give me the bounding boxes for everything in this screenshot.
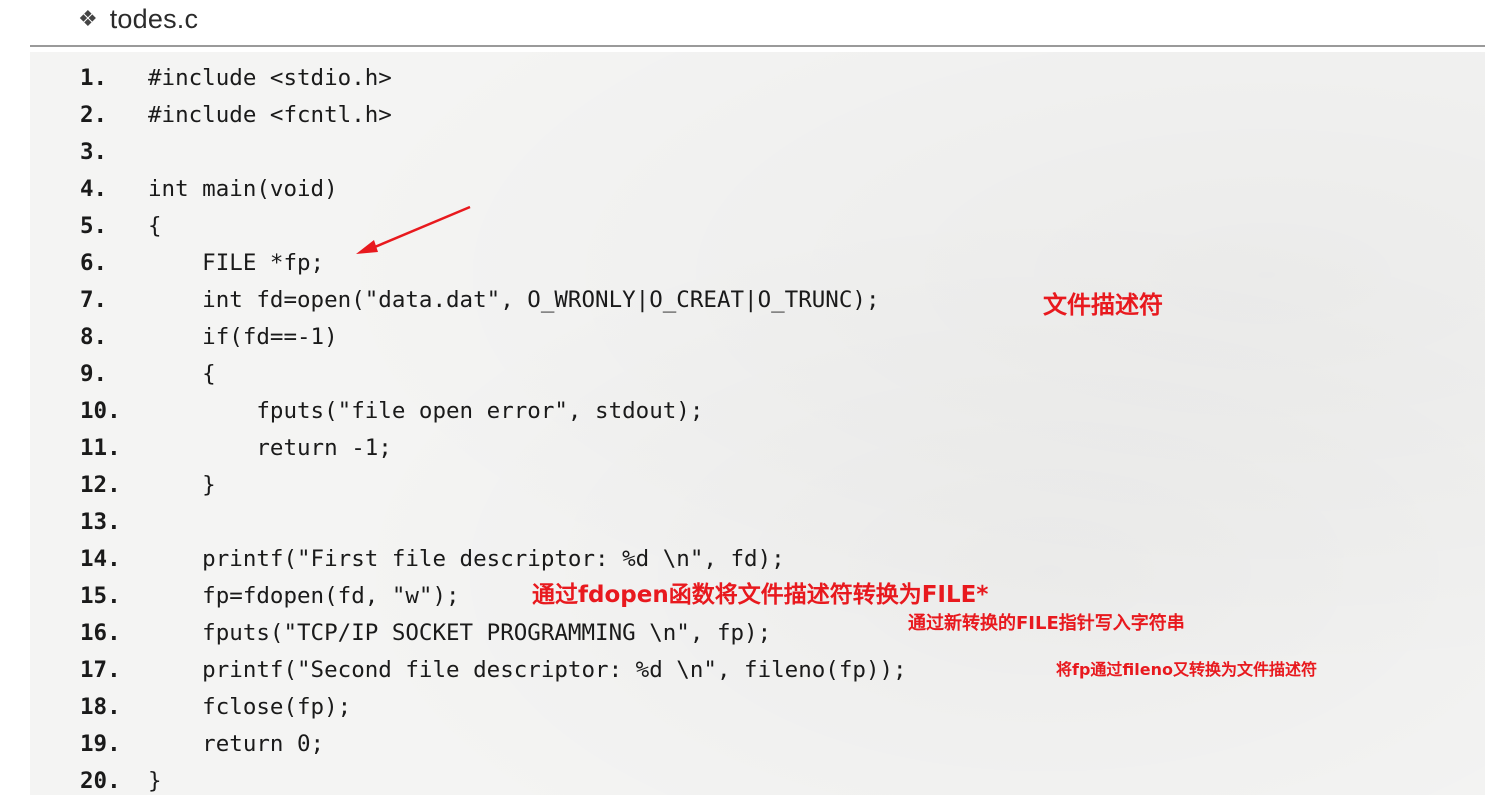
line-code: fp=fdopen(fd, "w"); — [148, 583, 460, 609]
line-number: 8. — [80, 324, 108, 350]
line-number: 18. — [80, 694, 121, 720]
code-listing-panel: 1. #include <stdio.h> 2. #include <fcntl… — [30, 52, 1485, 795]
line-number: 6. — [80, 250, 108, 276]
file-title-header: ❖ todes.c — [78, 0, 198, 38]
line-code: if(fd==-1) — [148, 324, 338, 350]
line-number: 15. — [80, 583, 121, 609]
line-code: { — [148, 361, 216, 387]
line-code: return 0; — [148, 731, 325, 757]
diamond-bullet-icon: ❖ — [78, 6, 98, 32]
title-divider — [30, 45, 1485, 47]
line-number: 12. — [80, 472, 121, 498]
line-code: fclose(fp); — [148, 694, 352, 720]
line-number: 11. — [80, 435, 121, 461]
line-number: 19. — [80, 731, 121, 757]
line-number: 5. — [80, 213, 108, 239]
line-number: 13. — [80, 509, 121, 535]
annotation-write-string: 通过新转换的FILE指针写入字符串 — [908, 613, 1185, 634]
line-code: FILE *fp; — [148, 250, 325, 276]
line-code: printf("Second file descriptor: %d \n", … — [148, 657, 907, 683]
line-code: } — [148, 768, 162, 794]
file-title: todes.c — [109, 3, 199, 34]
line-number: 3. — [80, 139, 108, 165]
line-number: 16. — [80, 620, 121, 646]
line-code: int main(void) — [148, 176, 338, 202]
annotation-file-descriptor: 文件描述符 — [1043, 291, 1163, 319]
line-code: int fd=open("data.dat", O_WRONLY|O_CREAT… — [148, 287, 880, 313]
line-code: return -1; — [148, 435, 392, 461]
line-number: 7. — [80, 287, 108, 313]
annotation-fdopen: 通过fdopen函数将文件描述符转换为FILE* — [532, 582, 989, 608]
line-code: printf("First file descriptor: %d \n", f… — [148, 546, 785, 572]
line-number: 20. — [80, 768, 121, 794]
line-number: 10. — [80, 398, 121, 424]
line-code: } — [148, 472, 216, 498]
line-number: 14. — [80, 546, 121, 572]
line-number: 17. — [80, 657, 121, 683]
line-number: 1. — [80, 65, 108, 91]
line-code: { — [148, 213, 162, 239]
line-number: 9. — [80, 361, 108, 387]
line-number: 2. — [80, 102, 108, 128]
line-code: fputs("TCP/IP SOCKET PROGRAMMING \n", fp… — [148, 620, 772, 646]
line-number: 4. — [80, 176, 108, 202]
annotation-fileno: 将fp通过fileno又转换为文件描述符 — [1056, 660, 1317, 679]
line-code: #include <stdio.h> — [148, 65, 392, 91]
line-code: fputs("file open error", stdout); — [148, 398, 704, 424]
line-code: #include <fcntl.h> — [148, 102, 392, 128]
